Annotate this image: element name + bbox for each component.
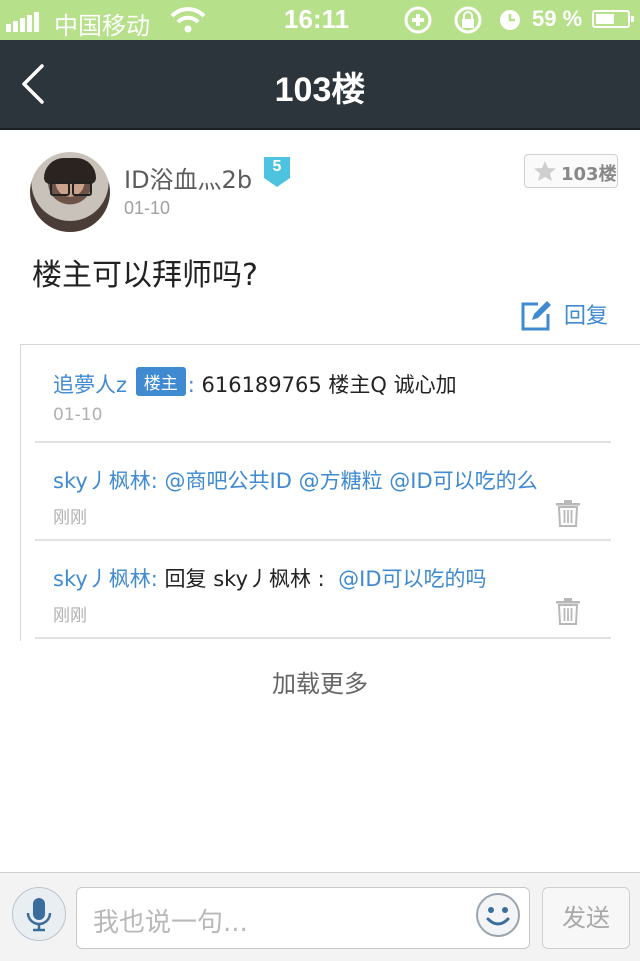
level-number: 5 <box>272 158 282 175</box>
reply-text: 回复 sky丿枫林 : <box>164 567 325 591</box>
reply-author[interactable]: sky丿枫林 <box>53 567 151 591</box>
comment-placeholder: 我也说一句... <box>93 908 248 938</box>
host-tag: 楼主 <box>135 367 186 396</box>
edit-icon <box>521 301 551 331</box>
reply-author[interactable]: 追夢人z <box>53 373 127 397</box>
post-content: 楼主可以拜师吗? <box>32 258 258 293</box>
floor-badge: 103楼 <box>524 154 618 188</box>
level-badge: 5 <box>262 156 292 188</box>
alarm-icon <box>500 10 520 30</box>
reply-author[interactable]: sky丿枫林 <box>53 469 151 493</box>
comment-input[interactable]: 我也说一句... <box>76 887 530 949</box>
load-more-button[interactable]: 加载更多 <box>0 664 640 699</box>
sub-reply-line: sky丿枫林: 回复 sky丿枫林 : @ID可以吃的吗 <box>53 563 487 593</box>
carrier-name: 中国移动 <box>54 13 150 40</box>
reply-colon: : <box>187 373 202 397</box>
reply-colon: : <box>150 567 165 591</box>
voice-button[interactable] <box>12 887 66 941</box>
reply-colon: : <box>150 469 165 493</box>
signal-icon <box>6 12 41 32</box>
username[interactable]: ID浴血灬2b <box>124 160 252 195</box>
post-date: 01-10 <box>124 198 171 218</box>
status-bar: 中国移动 16:11 59 % <box>0 0 640 40</box>
sub-reply-line: 追夢人z 楼主: 616189765 楼主Q 诚心加 <box>53 367 457 399</box>
clock-time: 16:11 <box>284 4 350 34</box>
lock-icon <box>454 6 482 34</box>
sub-replies-panel: 追夢人z 楼主: 616189765 楼主Q 诚心加 01-10 sky丿枫林:… <box>20 344 640 641</box>
divider <box>35 637 611 639</box>
floor-number: 103楼 <box>561 164 617 185</box>
list-item: sky丿枫林: @商吧公共ID @方糖粒 @ID可以吃的么 刚刚 <box>35 443 611 541</box>
trash-icon[interactable] <box>555 597 581 625</box>
battery-icon <box>592 10 634 28</box>
microphone-icon <box>26 898 52 932</box>
list-item: sky丿枫林: 回复 sky丿枫林 : @ID可以吃的吗 刚刚 <box>35 541 611 639</box>
sub-reply-line: sky丿枫林: @商吧公共ID @方糖粒 @ID可以吃的么 <box>53 465 538 495</box>
reply-time: 01-10 <box>53 405 103 425</box>
wifi-icon <box>170 7 206 33</box>
reply-mention[interactable]: @ID可以吃的吗 <box>338 567 486 591</box>
reply-time: 刚刚 <box>53 508 87 528</box>
reply-label: 回复 <box>564 304 609 329</box>
star-icon <box>534 161 556 181</box>
list-item: 追夢人z 楼主: 616189765 楼主Q 诚心加 01-10 <box>35 345 611 443</box>
avatar[interactable] <box>30 152 110 232</box>
battery-percent: 59 % <box>532 6 583 31</box>
reply-text: @商吧公共ID @方糖粒 @ID可以吃的么 <box>164 469 538 493</box>
navigation-bar: 103楼 <box>0 40 640 130</box>
composer-bar: 我也说一句... 发送 <box>0 872 640 961</box>
rotation-lock-icon <box>404 6 432 34</box>
reply-time: 刚刚 <box>53 606 87 626</box>
trash-icon[interactable] <box>555 499 581 527</box>
reply-text: 616189765 楼主Q 诚心加 <box>201 373 457 397</box>
send-button[interactable]: 发送 <box>542 887 630 949</box>
emoji-icon[interactable] <box>474 891 522 939</box>
page-title: 103楼 <box>274 71 366 109</box>
